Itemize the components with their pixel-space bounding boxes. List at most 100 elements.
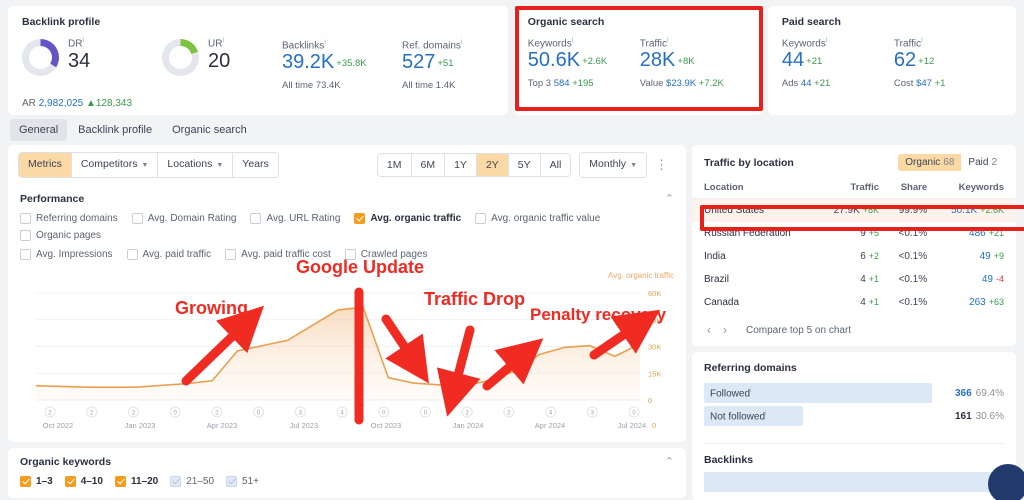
bucket-51-plus[interactable]: 51+	[226, 473, 259, 490]
ref-domains-value[interactable]: 527	[402, 51, 435, 73]
bucket-4-10[interactable]: 4–10	[64, 473, 103, 490]
next-page-icon[interactable]: ›	[720, 323, 730, 337]
col-location[interactable]: Location	[692, 177, 824, 199]
chevron-up-icon[interactable]: ⌃	[665, 455, 674, 468]
paid-search-card: Paid search Keywordsi 44 +21 Ads 44 +21 T…	[767, 6, 1017, 115]
info-icon[interactable]: i	[765, 410, 767, 417]
cell-share: <0.1%	[898, 251, 928, 262]
organic-keywords-value[interactable]: 50.6K	[528, 49, 580, 71]
checkbox-avg-url-rating[interactable]: Avg. URL Rating	[250, 210, 340, 227]
more-options-icon[interactable]: ⋮	[647, 158, 676, 171]
chevron-down-icon: ▼	[630, 162, 637, 169]
pill-organic[interactable]: Organic 68	[898, 154, 962, 171]
range-5y[interactable]: 5Y	[508, 154, 541, 176]
organic-keywords-header: Organic keywords ⌃	[8, 448, 686, 473]
svg-text:Jul 2023: Jul 2023	[290, 421, 318, 430]
info-icon[interactable]: i	[572, 37, 574, 44]
traffic-by-location-title: Traffic by location	[704, 156, 794, 169]
checkbox-avg-paid-traffic-cost[interactable]: Avg. paid traffic cost	[225, 246, 331, 263]
organic-traffic-label: Traffici	[639, 37, 669, 50]
backlinks-label: Backlinksi	[282, 39, 326, 52]
table-row[interactable]: Canada 4 +1 <0.1% 263 +63	[692, 291, 1016, 314]
backlinks-bar-row[interactable]	[704, 472, 1004, 492]
paid-traffic-value[interactable]: 62	[894, 49, 916, 71]
locations-dropdown[interactable]: Locations ▼	[158, 153, 234, 177]
backlinks-title: Backlinks	[704, 454, 754, 466]
cell-traffic: 27.9K +8K	[823, 198, 892, 222]
checkbox-icon	[20, 213, 31, 224]
bucket-11-20[interactable]: 11–20	[114, 473, 158, 490]
svg-text:45K: 45K	[648, 316, 661, 325]
tab-organic-search[interactable]: Organic search	[163, 119, 256, 141]
chat-widget-button[interactable]	[988, 464, 1024, 500]
compare-top5-label[interactable]: Compare top 5 on chart	[746, 325, 851, 336]
info-icon[interactable]: i	[461, 39, 463, 46]
info-icon[interactable]: i	[921, 37, 923, 44]
organic-traffic-area-chart[interactable]: 60K45K30K15K02 2 2 0 2 0 3 4 0 0 2 2 4 3 0Oct 2022 Jan …	[8, 267, 686, 442]
right-column: Traffic by location Organic 68 Paid 2 Loca…	[692, 145, 1016, 500]
referring-domains-panel: Referring domains Followedi 366 69.4% Not…	[692, 352, 1016, 500]
ahrefs-rank-delta: ▲128,343	[85, 98, 133, 110]
cell-traffic: 6 +2	[860, 251, 880, 262]
organic-keywords-buckets: 1–3 4–10 11–20 21–50 51+	[8, 473, 686, 498]
info-icon[interactable]: i	[667, 37, 669, 44]
info-icon[interactable]: i	[222, 37, 224, 44]
referring-domains-notfollowed-row[interactable]: Not followedi 161 30.6%	[704, 406, 1004, 426]
col-traffic[interactable]: Traffic	[823, 177, 892, 199]
checkbox-avg-domain-rating[interactable]: Avg. Domain Rating	[131, 210, 236, 227]
range-all[interactable]: All	[540, 154, 571, 176]
table-row[interactable]: Russian Federation 9 +5 <0.1% 486 +21	[692, 222, 1016, 245]
info-icon[interactable]: i	[750, 387, 752, 394]
range-2y[interactable]: 2Y	[476, 154, 509, 176]
overview-metric-cards: Backlink profile DRi 34 URi 20 Backlinks…	[0, 0, 1024, 115]
checkbox-avg-organic-traffic[interactable]: Avg. organic traffic	[354, 210, 461, 227]
range-1m[interactable]: 1M	[377, 154, 412, 176]
table-row[interactable]: Brazil 4 +1 <0.1% 49 -4	[692, 268, 1016, 291]
checkbox-organic-pages[interactable]: Organic pages	[20, 227, 101, 244]
granularity-dropdown[interactable]: Monthly ▼	[580, 153, 646, 177]
referring-domains-followed-row[interactable]: Followedi 366 69.4%	[704, 383, 1004, 403]
checkbox-icon	[250, 213, 262, 224]
filter-button-group: Metrics Competitors ▼ Locations ▼ Years	[18, 152, 279, 178]
col-keywords[interactable]: Keywords	[939, 177, 1016, 199]
paid-keywords-value[interactable]: 44	[782, 49, 804, 71]
cell-location: India	[704, 251, 726, 262]
svg-text:60K: 60K	[648, 289, 661, 298]
competitors-dropdown[interactable]: Competitors ▼	[71, 153, 159, 177]
checkbox-referring-domains[interactable]: Referring domains	[20, 210, 118, 227]
ur-label: URi	[208, 37, 225, 50]
col-share[interactable]: Share	[891, 177, 940, 199]
range-1y[interactable]: 1Y	[445, 154, 477, 176]
checkbox-avg-paid-traffic[interactable]: Avg. paid traffic	[126, 246, 211, 263]
backlinks-value[interactable]: 39.2K	[282, 51, 334, 73]
cell-keywords: 486 +21	[969, 228, 1004, 239]
metrics-button[interactable]: Metrics	[19, 153, 72, 177]
checkbox-avg-impressions[interactable]: Avg. Impressions	[20, 246, 113, 263]
range-6m[interactable]: 6M	[411, 154, 446, 176]
prev-page-icon[interactable]: ‹	[704, 323, 714, 337]
info-icon[interactable]: i	[324, 39, 326, 46]
ahrefs-rank-row: AR 2,982,025 ▲128,343	[22, 98, 133, 110]
organic-traffic-value[interactable]: 28K	[640, 49, 676, 71]
table-row[interactable]: United States 27.9K +8K 99.9% 50.1K +2.6K	[692, 198, 1016, 222]
organic-keywords-delta: +2.6K	[582, 56, 608, 68]
tab-backlink-profile[interactable]: Backlink profile	[69, 119, 161, 141]
date-range-group: 1M 6M 1Y 2Y 5Y All	[376, 153, 572, 177]
performance-chart[interactable]: Avg. organic traffic 60K 45K 30K 15K 0 2 2 2 0 2 0…	[8, 267, 686, 442]
bucket-1-3[interactable]: 1–3	[20, 473, 53, 490]
checkbox-crawled-pages[interactable]: Crawled pages	[344, 246, 427, 263]
chart-legend: Avg. organic traffic	[608, 271, 674, 280]
checkbox-checked-icon	[114, 476, 126, 487]
pill-paid[interactable]: Paid 2	[961, 154, 1004, 171]
bucket-21-50[interactable]: 21–50	[170, 473, 214, 490]
performance-metric-checkboxes: Referring domains Avg. Domain Rating Avg…	[8, 210, 686, 246]
cell-location: Canada	[704, 297, 740, 308]
years-button[interactable]: Years	[233, 153, 278, 177]
checkbox-avg-organic-traffic-value[interactable]: Avg. organic traffic value	[475, 210, 600, 227]
info-icon[interactable]: i	[82, 37, 84, 44]
traffic-by-location-panel: Traffic by location Organic 68 Paid 2 Loca…	[692, 145, 1016, 346]
tab-general[interactable]: General	[10, 119, 68, 141]
info-icon[interactable]: i	[826, 37, 828, 44]
chevron-up-icon[interactable]: ⌃	[665, 192, 674, 205]
table-row[interactable]: India 6 +2 <0.1% 49 +9	[692, 245, 1016, 268]
